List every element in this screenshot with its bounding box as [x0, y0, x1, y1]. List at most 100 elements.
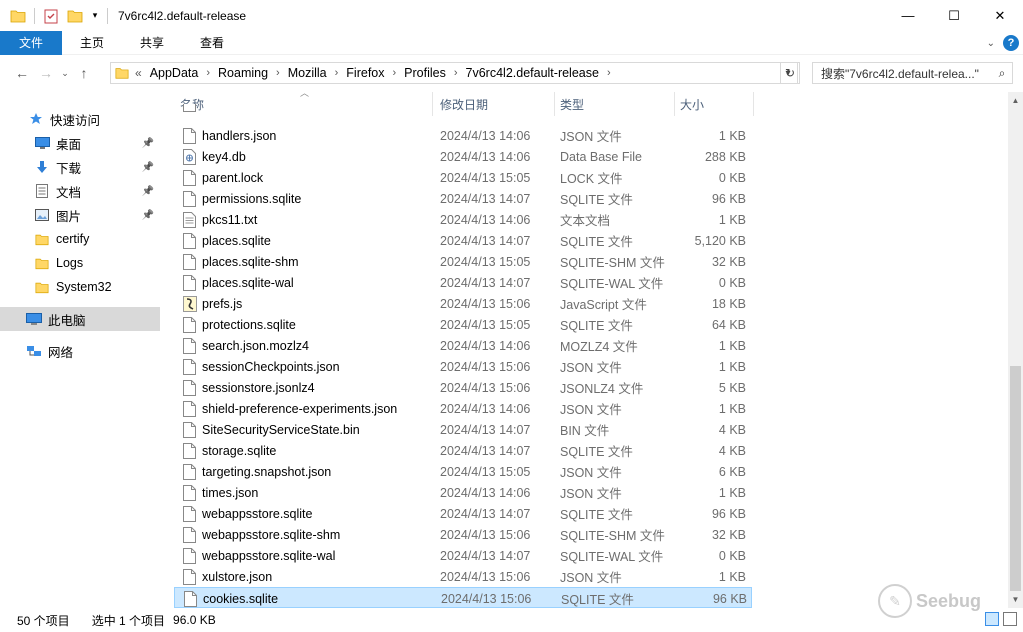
- file-row[interactable]: storage.sqlite 2024/4/13 14:07 SQLITE 文件 4 …: [174, 440, 752, 461]
- file-icon: [183, 401, 196, 417]
- database-file-icon: [183, 149, 196, 165]
- sidebar-item-图片[interactable]: 图片 📌: [0, 203, 160, 227]
- expand-ribbon-icon[interactable]: ⌄: [987, 38, 995, 49]
- file-row[interactable]: xulstore.json 2024/4/13 15:06 JSON 文件 1 KB: [174, 566, 752, 587]
- file-row[interactable]: permissions.sqlite 2024/4/13 14:07 SQLITE …: [174, 188, 752, 209]
- sidebar-item-certify[interactable]: certify: [0, 227, 160, 251]
- file-row[interactable]: parent.lock 2024/4/13 15:05 LOCK 文件 0 KB: [174, 167, 752, 188]
- tab-view[interactable]: 查看: [182, 31, 242, 55]
- file-row[interactable]: pkcs11.txt 2024/4/13 14:06 文本文档 1 KB: [174, 209, 752, 230]
- file-row[interactable]: prefs.js 2024/4/13 15:06 JavaScript 文件 18 K…: [174, 293, 752, 314]
- file-row[interactable]: handlers.json 2024/4/13 14:06 JSON 文件 1 KB: [174, 125, 752, 146]
- file-icon: [183, 422, 196, 438]
- scrollbar-thumb[interactable]: [1010, 366, 1021, 591]
- file-row[interactable]: SiteSecurityServiceState.bin 2024/4/13 14…: [174, 419, 752, 440]
- sidebar-item-快速访问[interactable]: 快速访问: [0, 107, 160, 131]
- file-name: places.sqlite: [202, 233, 271, 248]
- minimize-button[interactable]: —: [885, 0, 931, 31]
- file-date: 2024/4/13 15:05: [440, 317, 531, 332]
- sidebar-item-文档[interactable]: 文档 📌: [0, 179, 160, 203]
- breadcrumb-chevron-icon[interactable]: ›: [454, 67, 458, 79]
- details-view-icon[interactable]: [985, 612, 999, 626]
- breadcrumb-item[interactable]: Firefox: [346, 66, 384, 80]
- file-row[interactable]: webappsstore.sqlite 2024/4/13 14:07 SQLITE…: [174, 503, 752, 524]
- file-name: places.sqlite-shm: [202, 254, 299, 269]
- tab-file[interactable]: 文件: [0, 30, 63, 55]
- recent-locations-icon[interactable]: ⌄: [58, 61, 72, 85]
- back-arrow-icon[interactable]: ←: [10, 61, 34, 85]
- file-row[interactable]: places.sqlite-wal 2024/4/13 14:07 SQLITE-W…: [174, 272, 752, 293]
- sidebar-item-此电脑[interactable]: 此电脑: [0, 307, 160, 331]
- file-type: SQLITE-SHM 文件: [560, 529, 665, 543]
- breadcrumb-chevron-icon[interactable]: ›: [276, 67, 280, 79]
- search-input[interactable]: 搜索"7v6rc4l2.default-relea..." ⌕: [812, 62, 1013, 84]
- sidebar-item-网络[interactable]: 网络: [0, 339, 160, 363]
- maximize-button[interactable]: ☐: [931, 0, 977, 31]
- file-row[interactable]: places.sqlite-shm 2024/4/13 15:05 SQLITE-S…: [174, 251, 752, 272]
- file-row[interactable]: places.sqlite 2024/4/13 14:07 SQLITE 文件 5,1…: [174, 230, 752, 251]
- sidebar-item-system32[interactable]: System32: [0, 275, 160, 299]
- up-arrow-icon[interactable]: ↑: [72, 61, 96, 85]
- breadcrumb-chevron-icon[interactable]: ›: [335, 67, 339, 79]
- sidebar-item-桌面[interactable]: 桌面 📌: [0, 131, 160, 155]
- file-date: 2024/4/13 15:06: [440, 380, 531, 395]
- pin-icon[interactable]: 📌: [142, 138, 154, 149]
- file-row[interactable]: key4.db 2024/4/13 14:06 Data Base File 288 …: [174, 146, 752, 167]
- tab-share[interactable]: 共享: [122, 31, 182, 55]
- forward-arrow-icon[interactable]: →: [34, 61, 58, 85]
- customize-toolbar-icon[interactable]: ▾: [89, 6, 101, 26]
- download-icon: [34, 159, 50, 175]
- sidebar-item-logs[interactable]: Logs: [0, 251, 160, 275]
- breadcrumb-item[interactable]: 7v6rc4l2.default-release: [466, 66, 599, 80]
- search-icon: ⌕: [998, 65, 1006, 80]
- breadcrumb-chevron-icon[interactable]: ›: [206, 67, 210, 79]
- breadcrumb-item[interactable]: Profiles: [404, 66, 446, 80]
- breadcrumb-item[interactable]: AppData: [150, 66, 199, 80]
- breadcrumb-chevron-icon[interactable]: ›: [607, 67, 611, 79]
- file-name: places.sqlite-wal: [202, 275, 294, 290]
- file-row[interactable]: webappsstore.sqlite-shm 2024/4/13 15:06 SQ…: [174, 524, 752, 545]
- new-folder-icon[interactable]: [65, 6, 85, 26]
- properties-icon[interactable]: [41, 6, 61, 26]
- file-name: storage.sqlite: [202, 443, 277, 458]
- help-icon[interactable]: ?: [1003, 35, 1019, 51]
- breadcrumb-overflow[interactable]: «: [135, 66, 142, 80]
- column-divider[interactable]: [753, 92, 754, 116]
- file-icon: [183, 569, 196, 585]
- file-date: 2024/4/13 14:06: [440, 338, 531, 353]
- vertical-scrollbar[interactable]: ▲ ▼: [1008, 92, 1023, 608]
- sidebar-item-下载[interactable]: 下载 📌: [0, 155, 160, 179]
- file-row[interactable]: shield-preference-experiments.json 2024/4…: [174, 398, 752, 419]
- file-type: SQLITE 文件: [560, 235, 633, 249]
- address-bar[interactable]: « AppData › Roaming › Mozilla › Firefox › Profil…: [110, 62, 798, 84]
- scroll-down-icon[interactable]: ▼: [1008, 591, 1023, 608]
- file-row-partial: [174, 104, 752, 114]
- file-size: 96 KB: [711, 506, 746, 521]
- pin-icon[interactable]: 📌: [142, 186, 154, 197]
- refresh-icon[interactable]: ↻: [780, 62, 800, 84]
- file-row[interactable]: times.json 2024/4/13 14:06 JSON 文件 1 KB: [174, 482, 752, 503]
- breadcrumb-item[interactable]: Roaming: [218, 66, 268, 80]
- network-icon: [26, 343, 42, 359]
- file-row[interactable]: targeting.snapshot.json 2024/4/13 15:05 JS…: [174, 461, 752, 482]
- file-row[interactable]: webappsstore.sqlite-wal 2024/4/13 14:07 SQ…: [174, 545, 752, 566]
- file-size: 64 KB: [711, 317, 746, 332]
- close-button[interactable]: ✕: [977, 0, 1023, 31]
- file-row[interactable]: sessionCheckpoints.json 2024/4/13 15:06 JS…: [174, 356, 752, 377]
- file-row[interactable]: protections.sqlite 2024/4/13 15:05 SQLITE …: [174, 314, 752, 335]
- pin-icon[interactable]: 📌: [142, 210, 154, 221]
- file-size: 1 KB: [718, 212, 746, 227]
- scroll-up-icon[interactable]: ▲: [1008, 92, 1023, 109]
- file-row[interactable]: sessionstore.jsonlz4 2024/4/13 15:06 JSONL…: [174, 377, 752, 398]
- tab-home[interactable]: 主页: [62, 31, 122, 55]
- pin-icon[interactable]: 📌: [142, 162, 154, 173]
- file-row[interactable]: search.json.mozlz4 2024/4/13 14:06 MOZLZ4 …: [174, 335, 752, 356]
- breadcrumb-item[interactable]: Mozilla: [288, 66, 327, 80]
- file-row[interactable]: cookies.sqlite 2024/4/13 15:06 SQLITE 文件 96…: [174, 587, 752, 608]
- pictures-icon: [34, 207, 50, 223]
- large-icons-view-icon[interactable]: [1003, 612, 1017, 626]
- file-type: BIN 文件: [560, 424, 610, 438]
- breadcrumb-chevron-icon[interactable]: ›: [393, 67, 397, 79]
- selection-size: 96.0 KB: [173, 613, 216, 627]
- file-size: 5 KB: [718, 380, 746, 395]
